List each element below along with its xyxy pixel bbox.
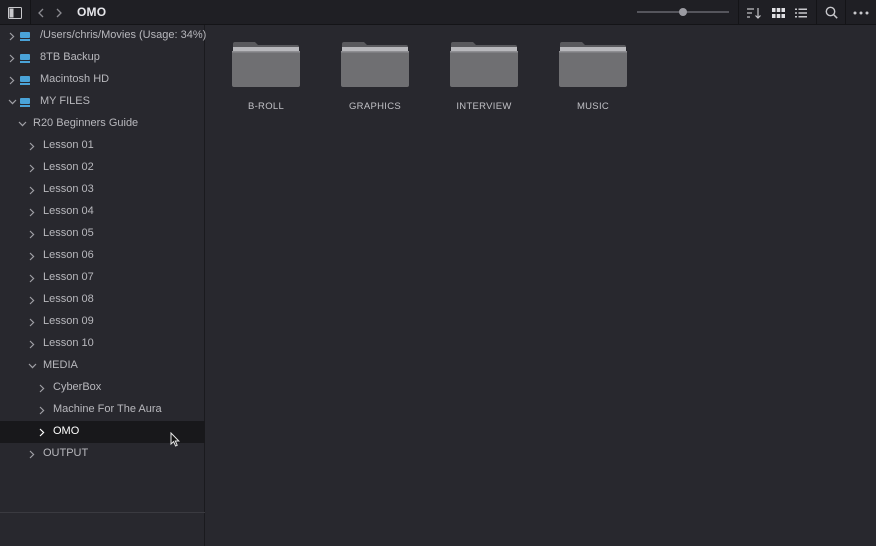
folder-grid: B-ROLL GRAPHICS INTERVIEW MUSIC <box>206 25 876 546</box>
folder-tile[interactable]: GRAPHICS <box>330 37 420 127</box>
toolbar-divider <box>845 0 846 25</box>
folder-icon <box>450 42 518 87</box>
top-toolbar: OMO <box>0 0 876 25</box>
sidebar-item-label: Lesson 07 <box>43 271 94 283</box>
sidebar-item-label: Lesson 09 <box>43 315 94 327</box>
sidebar-item-label: 8TB Backup <box>40 51 100 63</box>
search-icon[interactable] <box>820 0 842 25</box>
chevron-down-icon[interactable] <box>7 97 17 107</box>
drive-icon <box>20 98 30 107</box>
sidebar-item-label: OUTPUT <box>43 447 89 459</box>
sidebar-item[interactable]: MEDIA <box>0 355 205 377</box>
sidebar-item[interactable]: Lesson 02 <box>0 157 205 179</box>
sidebar-file-tree: /Users/chris/Movies (Usage: 34%) 8TB Back… <box>0 25 207 546</box>
sidebar-item[interactable]: Machine For The Aura <box>0 399 205 421</box>
sidebar-item[interactable]: Lesson 10 <box>0 333 205 355</box>
sidebar-item[interactable]: Lesson 06 <box>0 245 205 267</box>
chevron-right-icon[interactable] <box>37 383 47 393</box>
sidebar-item[interactable]: Lesson 05 <box>0 223 205 245</box>
sidebar-item-label: R20 Beginners Guide <box>33 117 139 129</box>
folder-tile[interactable]: B-ROLL <box>221 37 311 127</box>
grid-view-icon[interactable] <box>767 0 789 25</box>
forward-icon[interactable] <box>52 0 66 25</box>
sidebar-item[interactable]: Lesson 03 <box>0 179 205 201</box>
sidebar-item-label: Lesson 06 <box>43 249 94 261</box>
chevron-right-icon[interactable] <box>27 449 37 459</box>
folder-tile[interactable]: MUSIC <box>548 37 638 127</box>
drive-icon <box>20 76 30 85</box>
sidebar-item-label: Lesson 05 <box>43 227 94 239</box>
folder-icon <box>232 42 300 87</box>
toolbar-divider <box>30 0 31 25</box>
toolbar-divider <box>738 0 739 25</box>
sidebar-item-label: /Users/chris/Movies (Usage: 34%) <box>40 29 207 41</box>
zoom-slider-knob[interactable] <box>679 8 687 16</box>
sidebar-item[interactable]: Lesson 08 <box>0 289 205 311</box>
chevron-right-icon[interactable] <box>7 75 17 85</box>
sidebar-item[interactable]: MY FILES <box>0 91 205 113</box>
current-folder-title: OMO <box>77 5 107 19</box>
sidebar-toggle-icon[interactable] <box>4 0 26 25</box>
chevron-right-icon[interactable] <box>27 185 37 195</box>
more-icon[interactable] <box>850 0 872 25</box>
sidebar-item[interactable]: Lesson 09 <box>0 311 205 333</box>
drive-icon <box>20 54 30 63</box>
sidebar-item[interactable]: Lesson 04 <box>0 201 205 223</box>
chevron-right-icon[interactable] <box>27 207 37 217</box>
sidebar-item[interactable]: R20 Beginners Guide <box>0 113 205 135</box>
sidebar-item-label: OMO <box>53 425 80 437</box>
chevron-right-icon[interactable] <box>27 229 37 239</box>
chevron-right-icon[interactable] <box>27 295 37 305</box>
folder-label: MUSIC <box>576 101 610 112</box>
sidebar-item-label: Machine For The Aura <box>53 403 162 415</box>
chevron-right-icon[interactable] <box>27 141 37 151</box>
chevron-right-icon[interactable] <box>27 273 37 283</box>
folder-label: GRAPHICS <box>348 101 402 112</box>
sidebar-item-label: Lesson 01 <box>43 139 94 151</box>
sidebar-item[interactable]: 8TB Backup <box>0 47 205 69</box>
sidebar-item-label: CyberBox <box>53 381 102 393</box>
drive-icon <box>20 32 30 41</box>
sidebar-item-label: Macintosh HD <box>40 73 110 85</box>
sidebar-item[interactable]: Macintosh HD <box>0 69 205 91</box>
back-icon[interactable] <box>34 0 48 25</box>
sidebar-item-label: MEDIA <box>43 359 78 371</box>
folder-tile[interactable]: INTERVIEW <box>439 37 529 127</box>
chevron-down-icon[interactable] <box>27 361 37 371</box>
sidebar-item[interactable]: Lesson 01 <box>0 135 205 157</box>
sidebar-item-label: Lesson 10 <box>43 337 94 349</box>
mouse-cursor-icon <box>170 431 180 452</box>
toolbar-divider <box>816 0 817 25</box>
folder-label: B-ROLL <box>247 101 285 112</box>
chevron-right-icon[interactable] <box>7 53 17 63</box>
chevron-right-icon[interactable] <box>27 163 37 173</box>
chevron-right-icon[interactable] <box>27 317 37 327</box>
chevron-right-icon[interactable] <box>27 251 37 261</box>
sidebar-item-label: Lesson 04 <box>43 205 94 217</box>
sort-icon[interactable] <box>743 0 765 25</box>
sidebar-item[interactable]: CyberBox <box>0 377 205 399</box>
chevron-right-icon[interactable] <box>37 427 47 437</box>
sidebar-item-label: Lesson 02 <box>43 161 94 173</box>
folder-icon <box>341 42 409 87</box>
list-view-icon[interactable] <box>790 0 812 25</box>
chevron-right-icon[interactable] <box>7 31 17 41</box>
sidebar-item-label: Lesson 03 <box>43 183 94 195</box>
chevron-down-icon[interactable] <box>17 119 27 129</box>
sidebar-item[interactable]: /Users/chris/Movies (Usage: 34%) <box>0 25 207 47</box>
chevron-right-icon[interactable] <box>37 405 47 415</box>
folder-icon <box>559 42 627 87</box>
folder-label: INTERVIEW <box>456 101 512 112</box>
sidebar-item-label: Lesson 08 <box>43 293 94 305</box>
sidebar-divider <box>0 512 205 513</box>
sidebar-item-label: MY FILES <box>40 95 90 107</box>
sidebar-item[interactable]: Lesson 07 <box>0 267 205 289</box>
chevron-right-icon[interactable] <box>27 339 37 349</box>
